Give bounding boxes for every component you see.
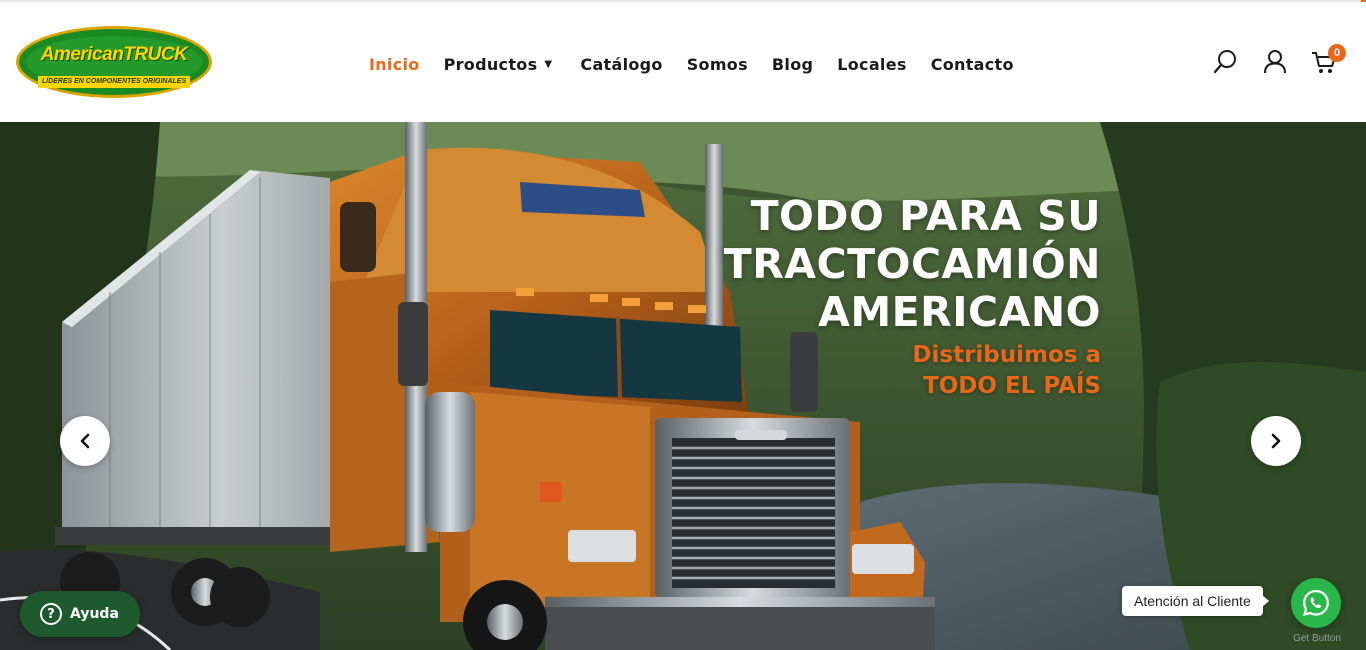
nav-item-inicio[interactable]: Inicio	[369, 55, 420, 74]
hero-headline-line-3: AMERICANO	[818, 288, 1101, 336]
hero-subline-line-2: TODO EL PAÍS	[923, 373, 1101, 399]
whatsapp-caption: Get Button	[1293, 633, 1341, 644]
hero-headline: TODO PARA SU TRACTOCAMIÓN AMERICANO	[724, 192, 1101, 336]
user-icon[interactable]	[1261, 48, 1289, 76]
slider-next-button[interactable]	[1251, 416, 1301, 466]
hero-subline: Distribuimos a TODO EL PAÍS	[912, 340, 1101, 402]
nav-item-somos[interactable]: Somos	[687, 55, 748, 74]
hero-headline-line-1: TODO PARA SU	[750, 192, 1101, 240]
chevron-left-icon	[80, 433, 90, 449]
help-button-label: Ayuda	[70, 606, 119, 622]
logo-brand-text: AmericanTRUCK	[40, 44, 188, 65]
header-actions	[1212, 48, 1342, 78]
nav-item-locales[interactable]: Locales	[837, 55, 906, 74]
whatsapp-button[interactable]	[1291, 578, 1341, 628]
slider-prev-button[interactable]	[60, 416, 110, 466]
hero-headline-line-2: TRACTOCAMIÓN	[723, 240, 1101, 288]
nav-item-productos-label: Productos	[443, 54, 538, 74]
logo-tagline: LÍDERES EN COMPONENTES ORIGINALES	[38, 76, 190, 88]
main-nav: Inicio Productos ▼ Catálogo Somos Blog L…	[369, 49, 1038, 79]
hero-slider: TODO PARA SU TRACTOCAMIÓN AMERICANO Dist…	[0, 122, 1366, 650]
whatsapp-label[interactable]: Atención al Cliente	[1122, 586, 1269, 616]
chevron-right-icon	[1271, 433, 1281, 449]
hero-background-image	[0, 122, 1366, 650]
help-button[interactable]: ? Ayuda	[20, 591, 140, 637]
nav-item-contacto[interactable]: Contacto	[931, 55, 1014, 74]
question-icon: ?	[40, 603, 62, 625]
hero-subline-line-1: Distribuimos a	[912, 342, 1101, 368]
search-icon[interactable]	[1212, 48, 1240, 76]
nav-item-blog[interactable]: Blog	[772, 55, 813, 74]
brand-logo[interactable]: AmericanTRUCK LÍDERES EN COMPONENTES ORI…	[16, 26, 212, 100]
whatsapp-icon	[1303, 589, 1329, 617]
caret-down-icon: ▼	[544, 58, 553, 70]
nav-item-productos[interactable]: Productos ▼	[444, 55, 557, 74]
site-header: AmericanTRUCK LÍDERES EN COMPONENTES ORI…	[0, 2, 1366, 122]
nav-item-catalogo[interactable]: Catálogo	[580, 55, 662, 74]
cart-count-badge: 0	[1328, 44, 1346, 62]
